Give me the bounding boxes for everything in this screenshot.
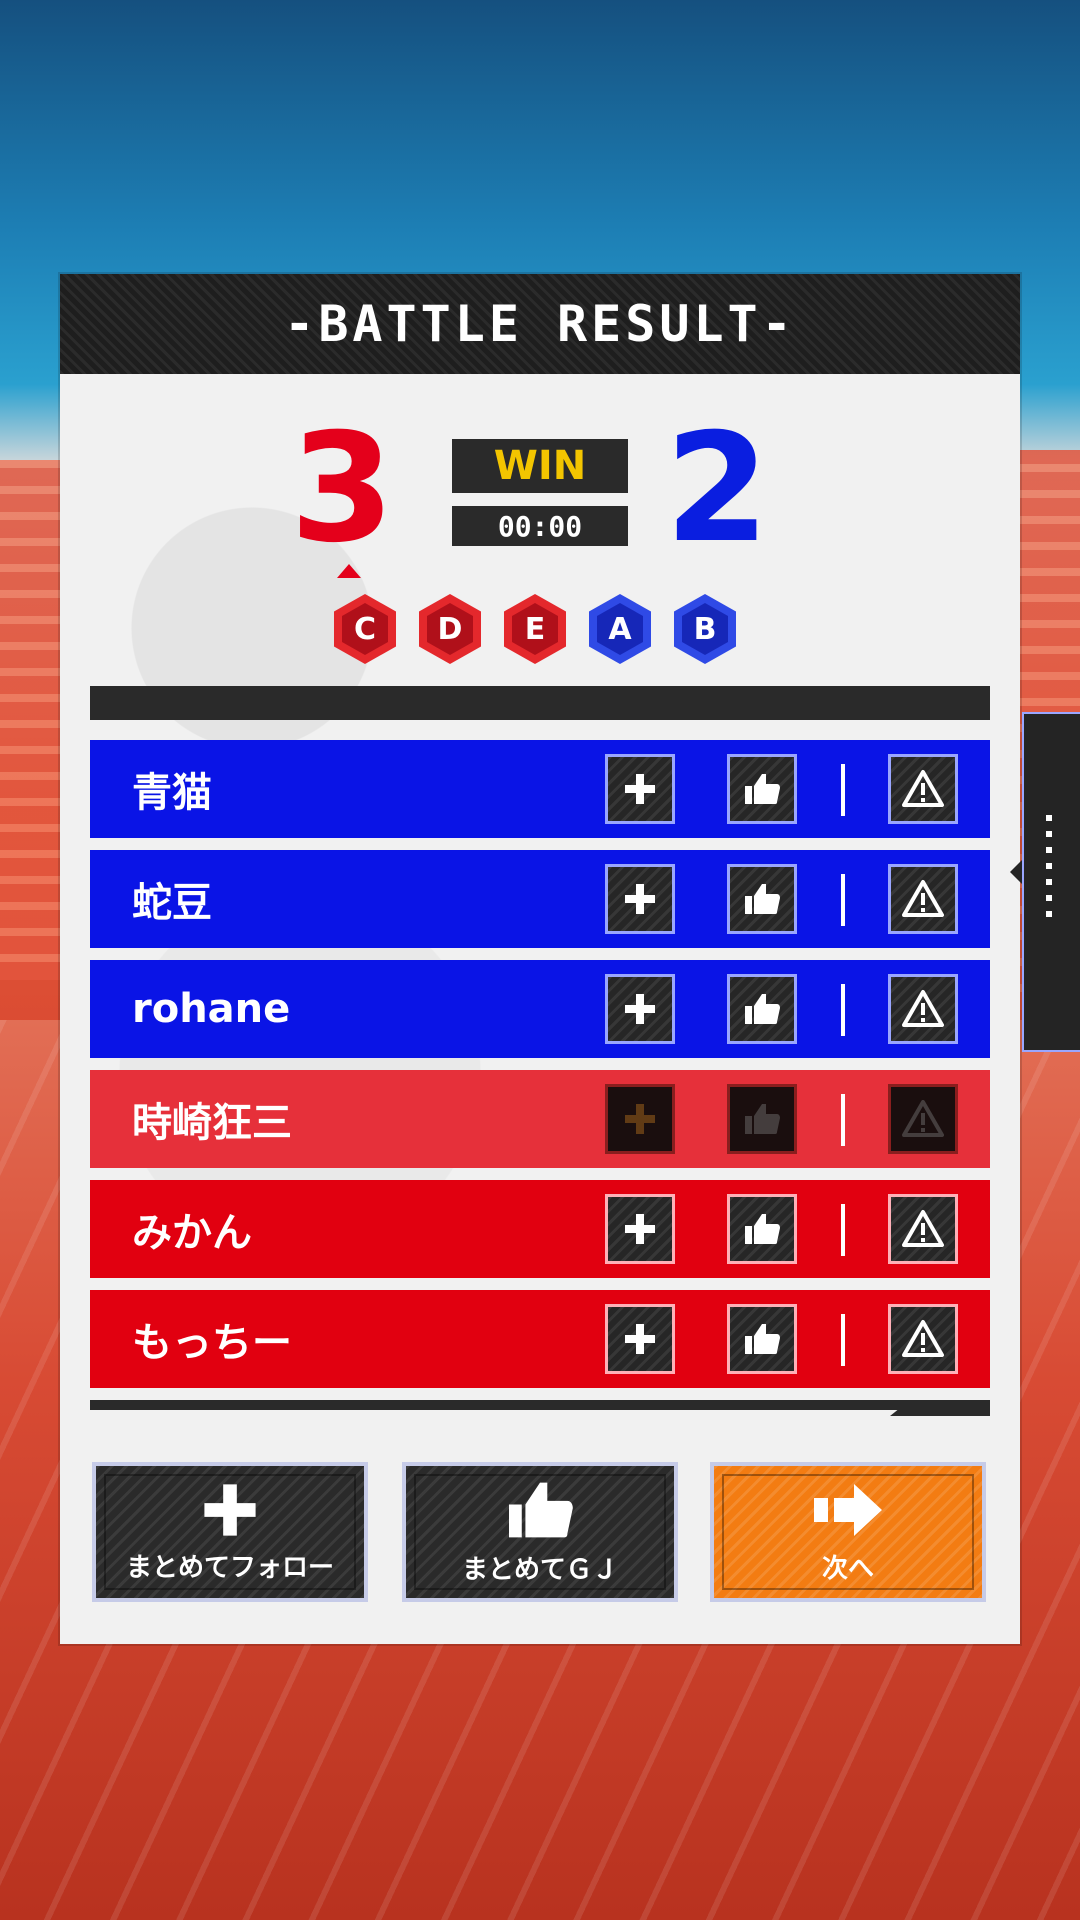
rank-badge: B: [674, 594, 736, 664]
warning-icon: [902, 1210, 944, 1247]
dots-vertical-icon: [1046, 815, 1052, 917]
follow-all-label: まとめてフォロー: [125, 1552, 334, 1583]
gj-all-label: まとめてＧＪ: [461, 1554, 618, 1585]
plus-icon: [625, 1214, 655, 1244]
rank-letter: A: [597, 603, 643, 655]
warning-icon: [902, 1320, 944, 1357]
gj-button-disabled: [727, 1084, 797, 1154]
next-button[interactable]: 次へ: [710, 1462, 986, 1602]
plus-icon: [204, 1483, 256, 1536]
player-name: みかん: [132, 1210, 252, 1256]
report-button[interactable]: [888, 1304, 958, 1374]
rank-letter: B: [682, 603, 728, 655]
rank-letter: E: [512, 603, 558, 655]
plus-icon: [625, 1324, 655, 1354]
rank-badge: A: [589, 594, 651, 664]
gj-button[interactable]: [727, 864, 797, 934]
match-result-badge: WIN: [452, 439, 628, 493]
gj-all-button[interactable]: まとめてＧＪ: [402, 1462, 678, 1602]
player-row-self: 時崎狂三: [90, 1070, 990, 1168]
player-name: 時崎狂三: [132, 1100, 292, 1146]
rank-badge: C: [334, 594, 396, 664]
row-separator: [841, 874, 845, 926]
follow-button[interactable]: [605, 1194, 675, 1264]
follow-button-disabled: [605, 1084, 675, 1154]
row-separator: [841, 984, 845, 1036]
player-row: みかん: [90, 1180, 990, 1278]
follow-button[interactable]: [605, 974, 675, 1044]
panel-header: -BATTLE RESULT-: [60, 274, 1020, 374]
report-button[interactable]: [888, 754, 958, 824]
follow-button[interactable]: [605, 1304, 675, 1374]
rank-letter: C: [342, 603, 388, 655]
follow-button[interactable]: [605, 864, 675, 934]
thumbs-up-icon: [745, 774, 780, 804]
player-row: 青猫: [90, 740, 990, 838]
report-button[interactable]: [888, 974, 958, 1044]
player-list-footer-bar: [90, 1400, 990, 1410]
battle-result-panel: -BATTLE RESULT- 3 WIN 00:00 2 C D E A B …: [60, 274, 1020, 1644]
rank-letter: D: [427, 603, 473, 655]
row-separator: [841, 1204, 845, 1256]
next-label: 次へ: [821, 1553, 874, 1584]
side-drawer-arrow-icon: [1010, 860, 1022, 884]
thumbs-up-icon: [745, 1324, 780, 1354]
rank-badges: C D E A B: [334, 594, 736, 664]
player-name: rohane: [132, 986, 291, 1032]
rank-badge: E: [504, 594, 566, 664]
arrow-right-icon: [814, 1483, 882, 1536]
player-list-header-bar: [90, 686, 990, 720]
red-team-score: 3: [290, 402, 394, 576]
report-button-disabled: [888, 1084, 958, 1154]
thumbs-up-icon: [745, 884, 780, 914]
plus-icon: [625, 884, 655, 914]
gj-button[interactable]: [727, 1304, 797, 1374]
player-row: rohane: [90, 960, 990, 1058]
row-separator: [841, 764, 845, 816]
player-list: 青猫 蛇豆 rohane 時崎狂三 みかん もっちー: [90, 740, 990, 1400]
warning-icon: [902, 770, 944, 807]
report-button[interactable]: [888, 1194, 958, 1264]
own-team-marker: [337, 564, 361, 578]
plus-icon: [625, 774, 655, 804]
warning-icon: [902, 1100, 944, 1137]
thumbs-up-icon: [509, 1482, 573, 1537]
player-row: 蛇豆: [90, 850, 990, 948]
report-button[interactable]: [888, 864, 958, 934]
thumbs-up-icon: [745, 994, 780, 1024]
warning-icon: [902, 990, 944, 1027]
thumbs-up-icon: [745, 1214, 780, 1244]
follow-button[interactable]: [605, 754, 675, 824]
plus-icon: [625, 994, 655, 1024]
plus-icon: [625, 1104, 655, 1134]
warning-icon: [902, 880, 944, 917]
player-name: 青猫: [132, 770, 212, 816]
panel-title: -BATTLE RESULT-: [284, 295, 796, 353]
gj-button[interactable]: [727, 1194, 797, 1264]
blue-team-score: 2: [665, 402, 769, 576]
rank-badge: D: [419, 594, 481, 664]
gj-button[interactable]: [727, 974, 797, 1044]
player-row: もっちー: [90, 1290, 990, 1388]
row-separator: [841, 1314, 845, 1366]
player-name: 蛇豆: [132, 880, 212, 926]
gj-button[interactable]: [727, 754, 797, 824]
player-name: もっちー: [132, 1320, 292, 1366]
match-time: 00:00: [452, 506, 628, 546]
row-separator: [841, 1094, 845, 1146]
thumbs-up-icon: [745, 1104, 780, 1134]
follow-all-button[interactable]: まとめてフォロー: [92, 1462, 368, 1602]
